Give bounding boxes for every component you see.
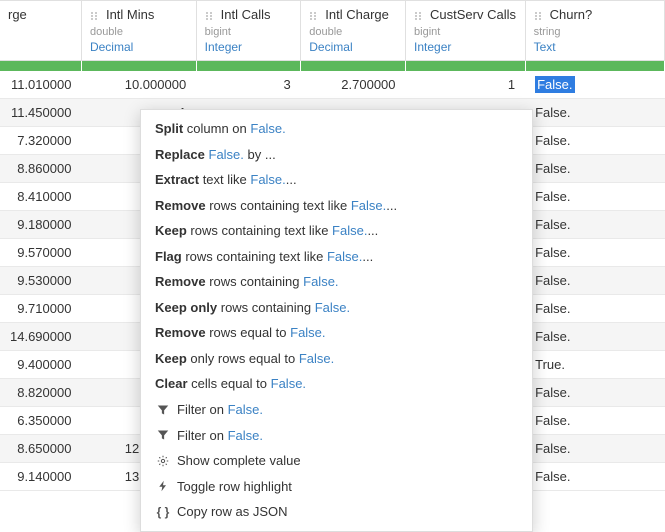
table-type-row: double bigint double bigint string (0, 26, 665, 40)
table-cell[interactable]: 9.400000 (0, 351, 81, 379)
table-cell[interactable]: False. (525, 323, 664, 351)
table-cell[interactable]: False. (525, 71, 664, 99)
column-header[interactable]: Intl Calls (196, 1, 301, 27)
column-header[interactable]: Churn? (525, 1, 664, 27)
table-cell[interactable]: 11.450000 (0, 99, 81, 127)
braces-icon: { } (155, 504, 171, 520)
context-menu-item[interactable]: Keep only rows equal to False. (141, 346, 532, 372)
context-menu-item[interactable]: Flag rows containing text like False.... (141, 244, 532, 270)
table-cell[interactable]: 2.700000 (301, 71, 406, 99)
table-cell[interactable]: 6.350000 (0, 407, 81, 435)
context-menu-item[interactable]: Split column on False. (141, 116, 532, 142)
table-schema-row: Decimal Integer Decimal Integer Text (0, 40, 665, 61)
table-cell[interactable]: 1 (406, 71, 526, 99)
table-cell[interactable]: False. (525, 183, 664, 211)
context-menu-item[interactable]: Toggle row highlight (141, 474, 532, 500)
table-cell[interactable]: False. (525, 155, 664, 183)
context-menu-item[interactable]: Show complete value (141, 448, 532, 474)
table-row[interactable]: 11.01000010.00000032.7000001 False. (0, 71, 665, 99)
context-menu-item[interactable]: Remove rows containing text like False..… (141, 193, 532, 219)
column-header[interactable]: Intl Charge (301, 1, 406, 27)
schema-type-link[interactable]: Integer (205, 40, 242, 54)
context-menu-item[interactable]: Keep only rows containing False. (141, 295, 532, 321)
table-cell[interactable]: 8.860000 (0, 155, 81, 183)
schema-type-link[interactable]: Decimal (90, 40, 133, 54)
table-cell[interactable]: False. (525, 295, 664, 323)
column-header[interactable]: CustServ Calls (406, 1, 526, 27)
drag-handle-icon[interactable] (534, 11, 544, 21)
table-cell[interactable]: 8.820000 (0, 379, 81, 407)
table-cell[interactable]: 10.000000 (81, 71, 196, 99)
table-cell[interactable]: False. (525, 407, 664, 435)
table-cell[interactable]: False. (525, 463, 664, 491)
filter-icon (155, 429, 171, 441)
column-header[interactable]: Intl Mins (81, 1, 196, 27)
column-header[interactable]: rge (0, 1, 81, 27)
context-menu-item[interactable]: Filter on False. (141, 423, 532, 449)
table-cell[interactable]: 9.530000 (0, 267, 81, 295)
table-cell[interactable]: 7.320000 (0, 127, 81, 155)
context-menu-item[interactable]: Replace False. by ... (141, 142, 532, 168)
quality-bar-row (0, 61, 665, 71)
context-menu-item[interactable]: Clear cells equal to False. (141, 371, 532, 397)
context-menu-item[interactable]: { }Copy row as JSON (141, 499, 532, 525)
drag-handle-icon[interactable] (90, 11, 100, 21)
table-cell[interactable]: False. (525, 379, 664, 407)
table-cell[interactable]: 8.650000 (0, 435, 81, 463)
table-cell[interactable]: 14.690000 (0, 323, 81, 351)
table-cell[interactable]: 9.710000 (0, 295, 81, 323)
table-cell[interactable]: 3 (196, 71, 301, 99)
table-cell[interactable]: 9.140000 (0, 463, 81, 491)
table-cell[interactable]: False. (525, 435, 664, 463)
cell-context-menu[interactable]: Split column on False.Replace False. by … (140, 109, 533, 532)
gear-icon (155, 455, 171, 467)
selected-cell-value[interactable]: False. (535, 76, 574, 93)
table-cell[interactable]: 9.570000 (0, 239, 81, 267)
context-menu-item[interactable]: Extract text like False.... (141, 167, 532, 193)
drag-handle-icon[interactable] (309, 11, 319, 21)
context-menu-item[interactable]: Remove rows containing False. (141, 269, 532, 295)
schema-type-link[interactable]: Integer (414, 40, 451, 54)
schema-type-link[interactable]: Decimal (309, 40, 352, 54)
table-cell[interactable]: False. (525, 99, 664, 127)
table-cell[interactable]: False. (525, 127, 664, 155)
table-cell[interactable]: 9.180000 (0, 211, 81, 239)
drag-handle-icon[interactable] (205, 11, 215, 21)
filter-icon (155, 404, 171, 416)
table-cell[interactable]: False. (525, 211, 664, 239)
table-cell[interactable]: False. (525, 239, 664, 267)
drag-handle-icon[interactable] (414, 11, 424, 21)
context-menu-item[interactable]: Keep rows containing text like False.... (141, 218, 532, 244)
table-cell[interactable]: 11.010000 (0, 71, 81, 99)
bolt-icon (155, 480, 171, 492)
table-header-row: rge Intl Mins Intl Calls Intl Charge Cus… (0, 1, 665, 27)
context-menu-item[interactable]: Remove rows equal to False. (141, 320, 532, 346)
table-cell[interactable]: 8.410000 (0, 183, 81, 211)
context-menu-item[interactable]: Filter on False. (141, 397, 532, 423)
table-cell[interactable]: False. (525, 267, 664, 295)
table-cell[interactable]: True. (525, 351, 664, 379)
schema-type-link[interactable]: Text (534, 40, 556, 54)
